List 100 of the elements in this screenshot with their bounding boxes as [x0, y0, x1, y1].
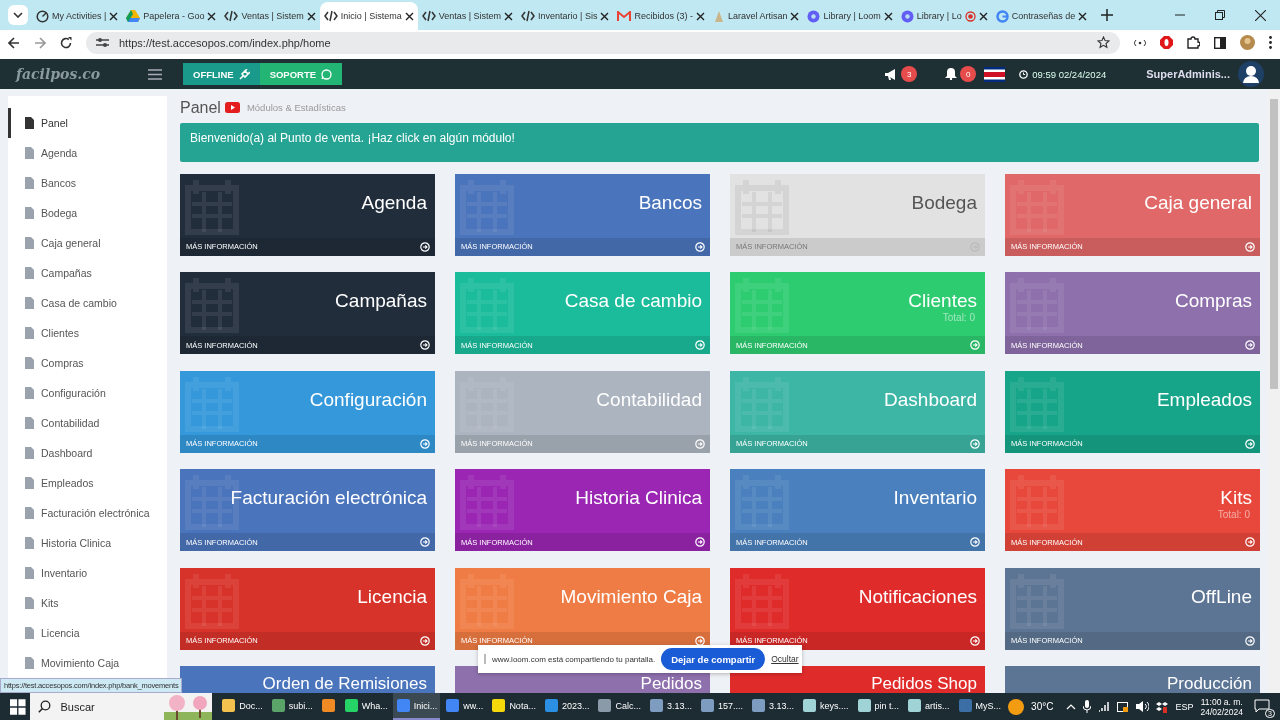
- taskbar-app[interactable]: Nota...: [488, 693, 539, 720]
- profile-avatar-icon[interactable]: [1240, 35, 1255, 50]
- reload-icon[interactable]: [60, 36, 72, 49]
- windows-start-icon[interactable]: [10, 698, 26, 715]
- taskbar-app[interactable]: Inici...: [392, 693, 441, 720]
- stop-sharing-button[interactable]: Dejar de compartir: [661, 648, 766, 670]
- browser-tab[interactable]: Contraseñas de: [991, 2, 1092, 30]
- module-tile[interactable]: Producción: [1005, 666, 1260, 693]
- address-field[interactable]: https://test.accesopos.com/index.php/home: [86, 31, 1120, 54]
- sidebar-item[interactable]: Empleados: [8, 468, 167, 498]
- sidebar-item[interactable]: Configuración: [8, 378, 167, 408]
- close-icon[interactable]: [109, 11, 119, 21]
- sidebar-item[interactable]: Campañas: [8, 258, 167, 288]
- close-icon[interactable]: [504, 11, 514, 21]
- sidebar-item[interactable]: Kits: [8, 588, 167, 618]
- user-name[interactable]: SuperAdminis...: [1146, 68, 1230, 80]
- taskbar-search-field[interactable]: Buscar: [29, 693, 213, 720]
- video-icon[interactable]: [224, 102, 240, 114]
- browser-tab[interactable]: Inicio | Sistema: [319, 2, 418, 30]
- sidebar-item[interactable]: Inventario: [8, 558, 167, 588]
- close-icon[interactable]: [695, 11, 705, 21]
- scrollbar[interactable]: [1268, 89, 1280, 693]
- app-icon: [856, 698, 872, 713]
- browser-tab[interactable]: My Activities |: [32, 2, 123, 30]
- browser-tab[interactable]: Library | Lo: [896, 2, 992, 30]
- menu-icon[interactable]: [148, 68, 162, 80]
- new-tab-icon[interactable]: [1101, 9, 1114, 21]
- microphone-icon[interactable]: [1083, 700, 1092, 713]
- language-indicator[interactable]: ESP: [1175, 701, 1194, 712]
- side-panel-icon[interactable]: [1214, 36, 1226, 49]
- chat-icon[interactable]: [1254, 698, 1270, 713]
- taskbar-app[interactable]: keys....: [799, 693, 852, 720]
- sidebar-item[interactable]: Compras: [8, 348, 167, 378]
- close-icon[interactable]: [306, 11, 316, 21]
- forward-icon[interactable]: [34, 36, 46, 49]
- site-settings-icon[interactable]: [96, 37, 109, 48]
- close-icon[interactable]: [600, 11, 610, 21]
- tab-search-button[interactable]: [8, 5, 28, 25]
- browser-tab[interactable]: Ventas | Sistem: [417, 2, 518, 30]
- taskbar-app[interactable]: 3.13...: [748, 693, 798, 720]
- taskbar-app[interactable]: artis...: [904, 693, 953, 720]
- hide-link[interactable]: Ocultar: [771, 654, 799, 664]
- close-icon[interactable]: [978, 11, 988, 21]
- taskbar-app[interactable]: 2023...: [540, 693, 593, 720]
- taskbar-app[interactable]: ww...: [442, 693, 487, 720]
- taskbar-clock[interactable]: 11:00 a. m. 24/02/2024: [1200, 696, 1243, 717]
- chevron-up-icon[interactable]: [1066, 703, 1077, 710]
- sidebar-item[interactable]: Bodega: [8, 198, 167, 228]
- taskbar-app[interactable]: subi...: [267, 693, 316, 720]
- taskbar-app[interactable]: pin t...: [853, 693, 903, 720]
- wifi-icon[interactable]: [1098, 701, 1111, 712]
- taskbar-app[interactable]: 157....: [696, 693, 746, 720]
- browser-tab[interactable]: Laravel Artisan: [708, 2, 804, 30]
- taskbar-app[interactable]: Wha...: [340, 693, 391, 720]
- sidebar-item[interactable]: Bancos: [8, 168, 167, 198]
- sidebar-item[interactable]: Casa de cambio: [8, 288, 167, 318]
- drag-handle-icon[interactable]: [484, 654, 486, 664]
- sidebar-item[interactable]: Contabilidad: [8, 408, 167, 438]
- browser-tab[interactable]: Library | Loom: [803, 2, 897, 30]
- close-icon[interactable]: [1078, 11, 1088, 21]
- close-icon[interactable]: [404, 11, 414, 21]
- sidebar-item[interactable]: Panel: [8, 108, 167, 138]
- bell-icon[interactable]: [945, 68, 958, 80]
- close-icon[interactable]: [1255, 9, 1266, 21]
- sidebar-item[interactable]: Dashboard: [8, 438, 167, 468]
- sidebar-item[interactable]: Movimiento Caja: [8, 648, 167, 678]
- logo[interactable]: facilpos.co: [16, 66, 148, 82]
- arrow-circle-icon: [695, 438, 705, 449]
- browser-tab[interactable]: Inventario | Sis: [517, 2, 614, 30]
- sidebar-item[interactable]: Historia Clinica: [8, 528, 167, 558]
- taskbar-app[interactable]: 3.13...: [645, 693, 695, 720]
- restore-icon[interactable]: [1215, 10, 1225, 20]
- taskbar-app[interactable]: Doc...: [218, 693, 266, 720]
- avatar-icon[interactable]: [1238, 61, 1264, 87]
- flag-icon[interactable]: [984, 66, 1006, 82]
- sidebar-item[interactable]: Licencia: [8, 618, 167, 648]
- cast-icon[interactable]: [1134, 38, 1146, 47]
- triangle-icon: [126, 10, 141, 22]
- taskbar-app[interactable]: MyS...: [954, 693, 1005, 720]
- speaker-icon[interactable]: [1136, 701, 1150, 712]
- taskbar-app[interactable]: Calc...: [594, 693, 644, 720]
- grid-icon: [734, 573, 790, 630]
- sidebar-item[interactable]: Facturación electrónica: [8, 498, 167, 528]
- sidebar-item[interactable]: Caja general: [8, 228, 167, 258]
- back-icon[interactable]: [8, 36, 20, 49]
- close-icon[interactable]: [790, 11, 800, 21]
- shield-icon[interactable]: [1160, 36, 1173, 49]
- sidebar-item[interactable]: Agenda: [8, 138, 167, 168]
- puzzle-icon[interactable]: [1187, 36, 1200, 49]
- close-icon[interactable]: [207, 11, 217, 21]
- close-icon[interactable]: [883, 11, 893, 21]
- browser-tab[interactable]: Recibidos (3) -: [613, 2, 709, 30]
- browser-tab[interactable]: Ventas | Sistem: [220, 2, 320, 30]
- star-icon[interactable]: [1097, 36, 1110, 49]
- module-tile[interactable]: Orden de Remisiones: [180, 666, 435, 693]
- document-icon: [24, 507, 35, 519]
- browser-tab[interactable]: Papelera - Goo: [122, 2, 221, 30]
- more-icon[interactable]: [1269, 36, 1272, 49]
- sidebar-item[interactable]: Clientes: [8, 318, 167, 348]
- module-tile[interactable]: Pedidos Shop: [730, 666, 985, 693]
